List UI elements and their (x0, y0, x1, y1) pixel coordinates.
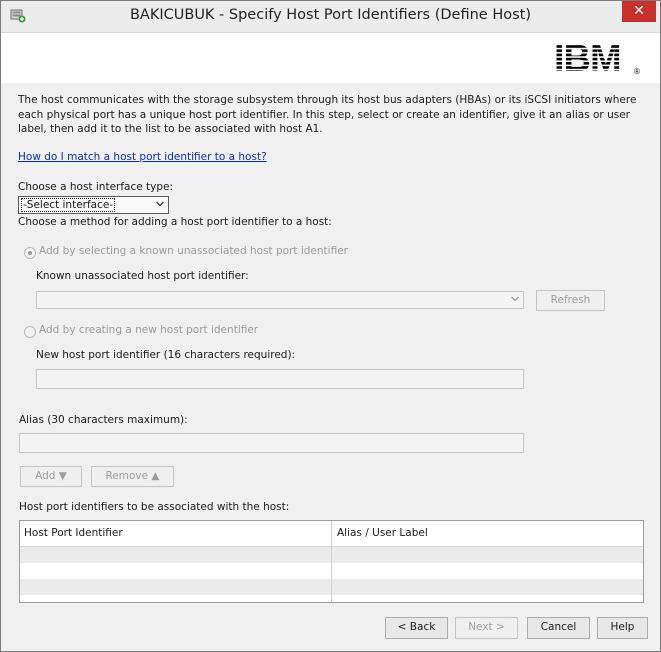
chevron-down-icon (155, 198, 165, 213)
radio-new-identifier[interactable] (24, 326, 36, 338)
refresh-button[interactable]: Refresh (536, 290, 605, 311)
column-header-identifier[interactable]: Host Port Identifier (24, 527, 123, 539)
cancel-button[interactable]: Cancel (527, 617, 590, 639)
radio-known-identifier[interactable] (24, 247, 36, 259)
window-title: BAKICUBUK - Specify Host Port Identifier… (129, 7, 531, 23)
option-new-label: Add by creating a new host port identifi… (39, 324, 259, 336)
interface-type-value: -Select interface- (21, 198, 116, 212)
header-banner: IBM ® (1, 33, 660, 83)
back-button[interactable]: < Back (385, 617, 448, 639)
new-identifier-label: New host port identifier (16 characters … (36, 349, 296, 361)
help-link[interactable]: How do I match a host port identifier to… (18, 151, 267, 163)
new-identifier-input[interactable] (36, 369, 524, 389)
known-identifier-select[interactable] (36, 291, 524, 309)
column-divider (331, 521, 332, 602)
associated-identifiers-table[interactable]: Host Port Identifier Alias / User Label (19, 520, 644, 603)
known-identifier-label: Known unassociated host port identifier: (36, 270, 249, 282)
interface-type-select[interactable]: -Select interface- (18, 196, 169, 214)
define-host-dialog: BAKICUBUK - Specify Host Port Identifier… (0, 0, 661, 652)
option-known-label: Add by selecting a known unassociated ho… (39, 245, 348, 257)
svg-text:IBM: IBM (554, 41, 621, 75)
add-button[interactable]: Add ▼ (20, 466, 82, 487)
wizard-body: The host communicates with the storage s… (1, 83, 660, 651)
interface-type-label: Choose a host interface type: (18, 181, 174, 193)
close-button[interactable]: ✕ (622, 1, 656, 22)
title-bar[interactable]: BAKICUBUK - Specify Host Port Identifier… (1, 1, 660, 33)
alias-label: Alias (30 characters maximum): (19, 414, 188, 426)
ibm-logo: IBM ® (554, 41, 640, 75)
next-button[interactable]: Next > (455, 617, 518, 639)
remove-button[interactable]: Remove ▲ (91, 466, 174, 487)
column-header-alias[interactable]: Alias / User Label (337, 527, 428, 539)
intro-description: The host communicates with the storage s… (18, 94, 637, 135)
help-button[interactable]: Help (597, 617, 648, 639)
chevron-down-icon (510, 293, 520, 308)
svg-text:®: ® (634, 67, 640, 75)
associated-list-label: Host port identifiers to be associated w… (19, 501, 290, 513)
alias-input[interactable] (19, 433, 524, 453)
method-label: Choose a method for adding a host port i… (18, 216, 332, 228)
